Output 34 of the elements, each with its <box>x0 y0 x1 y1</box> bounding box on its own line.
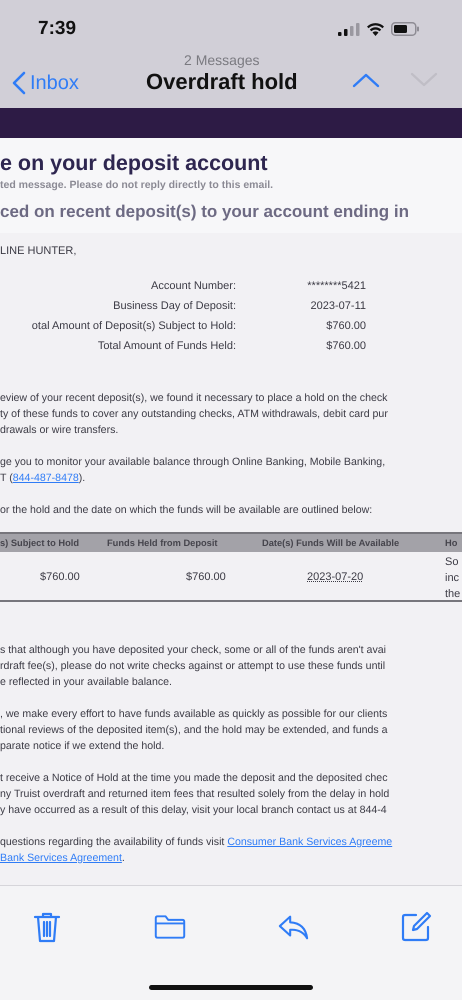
column-header: Date(s) Funds Will be Available <box>261 538 400 548</box>
detail-value: $760.00 <box>325 320 366 332</box>
greeting: LINE HUNTER, <box>0 244 78 257</box>
body-paragraph: questions regarding the availability of funds visit Consumer Bank Services Agreeme Bank Services Agreement. <box>0 835 394 866</box>
body-paragraph: or the hold and the date on which the funds will be available are outlined below: <box>0 503 374 518</box>
notice-text: ted message. Please do not reply directly to this email. <box>0 179 274 191</box>
detail-label: otal Amount of Deposit(s) Subject to Hold: <box>30 320 236 332</box>
body-paragraph: s that although you have deposited your check, some or all of the funds aren't avai rdraft fee(s), please do not write checks against or attempt to use these funds until e reflected in your available balance. <box>0 643 387 690</box>
text-link[interactable]: Bank Services Agreement <box>0 852 122 864</box>
detail-label: Total Amount of Funds Held: <box>96 340 236 352</box>
subject-title: Overdraft hold <box>146 68 298 96</box>
back-button[interactable]: Inbox <box>12 71 79 95</box>
clock-time: 7:39 <box>38 18 76 40</box>
column-header: s) Subject to Hold <box>0 538 80 548</box>
table-cell-text: $760.00 <box>39 571 81 583</box>
message-count: 2 Messages <box>184 52 260 68</box>
table-cell-text: 2023-07-20 <box>306 571 364 583</box>
detail-value: 2023-07-11 <box>310 300 366 312</box>
column-header: Ho <box>445 538 458 548</box>
text-link[interactable]: 844-487-8478 <box>12 472 79 484</box>
body-paragraph: , we make every effort to have funds available as quickly as possible for our clients tional reviews of the deposited item(s), and the hold may be extended, and funds a parate notice if we extend the hold. <box>0 707 388 754</box>
body-paragraph: ge you to monitor your available balance through Online Banking, Mobile Banking, T (844-487-8478). <box>0 455 386 486</box>
email-subheading: ced on recent deposit(s) to your account ending in <box>0 201 410 223</box>
email-heading: e on your deposit account <box>0 150 269 176</box>
detail-value: $760.00 <box>325 340 366 352</box>
column-header: Funds Held from Deposit <box>106 538 219 548</box>
text-link[interactable]: Consumer Bank Services Agreeme <box>227 836 392 848</box>
table-cell-text: So inc the <box>445 555 462 602</box>
detail-value: ********5421 <box>306 280 366 292</box>
detail-label: Business Day of Deposit: <box>112 300 236 312</box>
body-paragraph: eview of your recent deposit(s), we found it necessary to place a hold on the check ty of these funds to cover any outstanding checks, ATM withdrawals, debit card pur drawals or wire transfers. <box>0 391 389 438</box>
detail-label: Account Number: <box>150 280 236 292</box>
table-cell-text: $760.00 <box>185 571 227 583</box>
body-paragraph: t receive a Notice of Hold at the time you made the deposit and the deposited chec ny Truist overdraft and returned item fees that resulted solely from the delay in hold y have occurred as a result of this delay, visit your local branch contact us at 844-4 <box>0 771 390 818</box>
